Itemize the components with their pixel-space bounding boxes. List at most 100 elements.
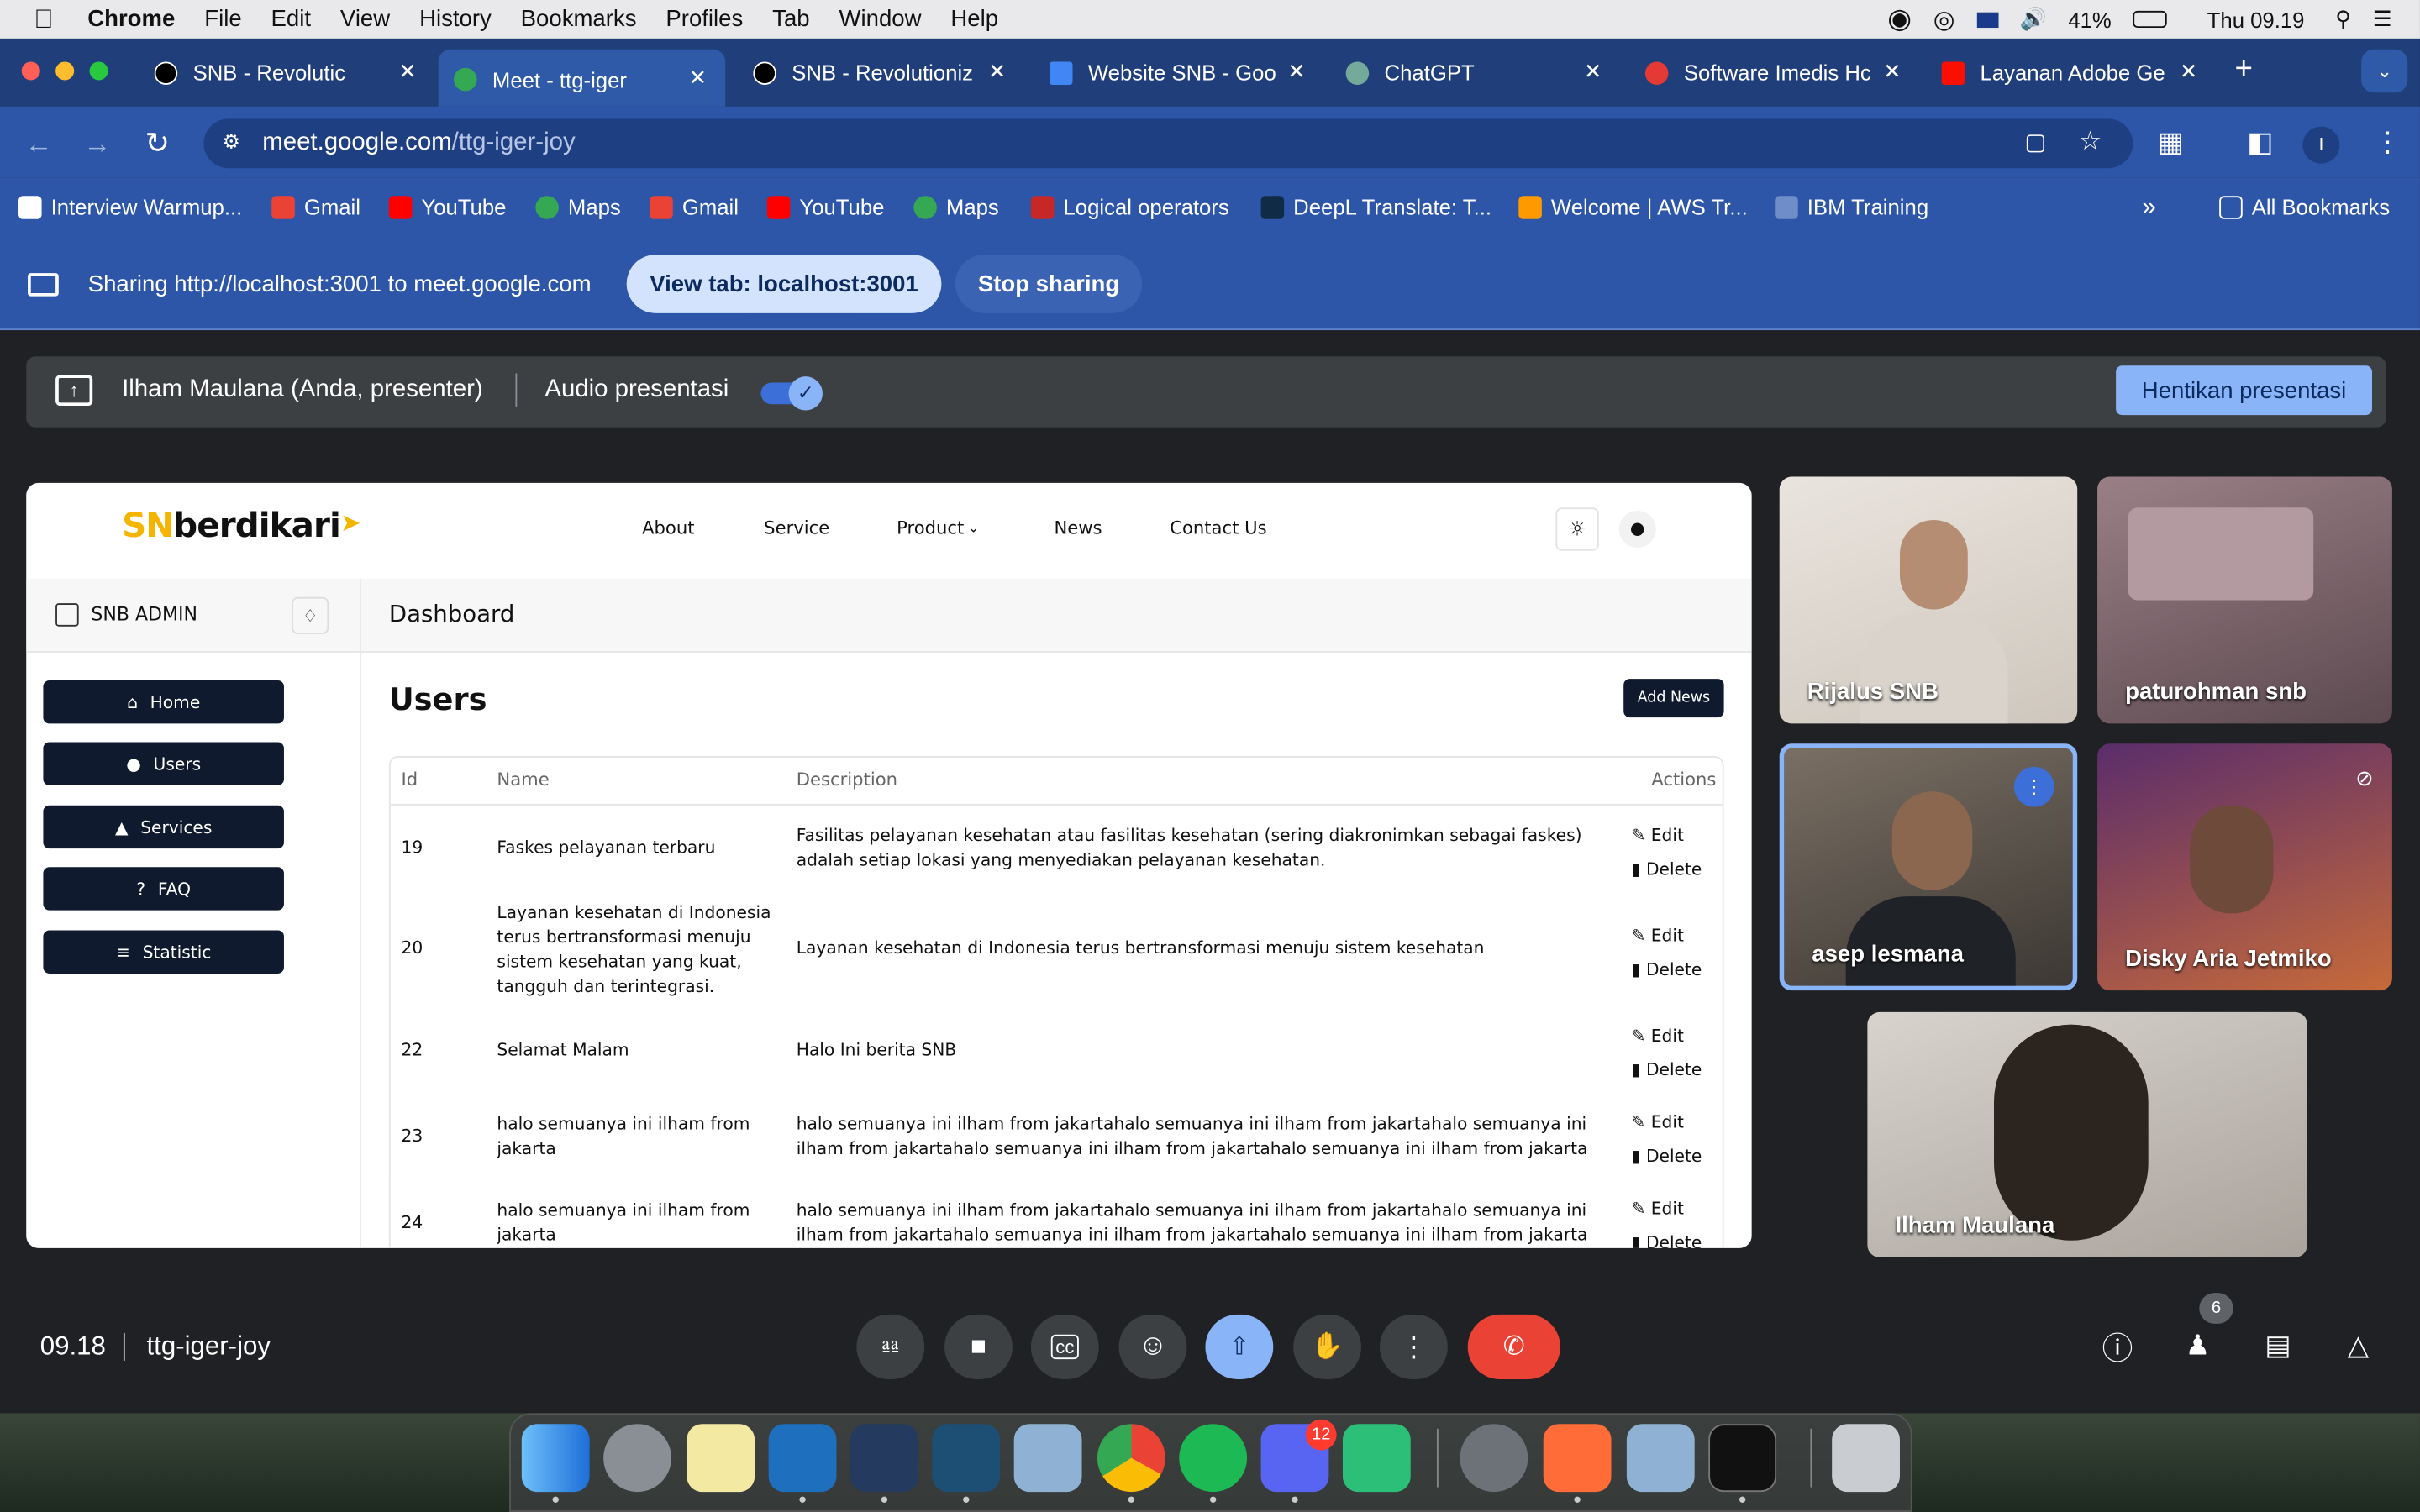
tab-close-icon[interactable]: ✕ (398, 59, 417, 85)
microphone-button[interactable]: ⎂ (856, 1314, 925, 1380)
menu-app-name[interactable]: Chrome (87, 6, 175, 32)
participant-tile-speaking[interactable]: ⋮ asep lesmana (1779, 743, 2078, 991)
sidebar-item-home[interactable]: ⌂ Home (43, 680, 284, 724)
app-icon[interactable] (1342, 1424, 1411, 1493)
check-icon[interactable]: ✓ (788, 376, 823, 411)
view-tab-button[interactable]: View tab: localhost:3001 (626, 255, 942, 313)
participant-tile-self[interactable]: Ilham Maulana (1867, 1011, 2307, 1257)
system-settings-icon[interactable] (1460, 1424, 1528, 1493)
more-options-button[interactable]: ⋮ (1380, 1314, 1448, 1380)
chat-icon[interactable]: ▤ (2256, 1324, 2299, 1367)
bookmark-interview-warmup[interactable]: Interview Warmup... (18, 194, 242, 219)
bookmark-maps-2[interactable]: Maps (913, 194, 999, 219)
sidebar-item-statistic[interactable]: ≡ Statistic (43, 930, 284, 974)
camera-button[interactable]: ■ (944, 1314, 1013, 1380)
delete-button[interactable]: ▮ Delete (1631, 1147, 1702, 1167)
search-icon[interactable]: ⚲ (2335, 6, 2351, 32)
menu-help[interactable]: Help (950, 6, 998, 32)
nav-about[interactable]: About (642, 517, 694, 538)
site-info-icon[interactable]: ⚙ (222, 129, 239, 154)
chevron-down-icon[interactable]: ⌄ (968, 522, 980, 537)
menu-tab[interactable]: Tab (772, 6, 809, 32)
tab-search-button[interactable]: ⌄ (2361, 49, 2408, 93)
sidebar-item-faq[interactable]: ? FAQ (43, 867, 284, 911)
people-icon[interactable]: ♟ (2176, 1324, 2219, 1367)
tab-meet[interactable]: Meet - ttg-iger ✕ (438, 49, 726, 107)
nav-product[interactable]: Product (897, 517, 964, 538)
new-tab-button[interactable]: + (2235, 52, 2253, 87)
tab-close-icon[interactable]: ✕ (1287, 59, 1306, 85)
telegram-style-icon[interactable] (850, 1424, 918, 1493)
launchpad-icon[interactable] (603, 1424, 671, 1493)
tab-snb-2[interactable]: SNB - Revolutioniz ✕ (753, 52, 1007, 92)
theme-toggle-sun-icon[interactable]: ☼ (1555, 507, 1599, 551)
vscode-icon[interactable] (768, 1424, 837, 1493)
edit-button[interactable]: ✎ Edit (1631, 926, 1684, 946)
tab-imedis[interactable]: Software Imedis Hc ✕ (1644, 52, 1902, 92)
edit-button[interactable]: ✎ Edit (1631, 826, 1684, 846)
delete-button[interactable]: ▮ Delete (1631, 859, 1702, 879)
postgres-icon[interactable] (1013, 1424, 1082, 1493)
nav-news[interactable]: News (1054, 517, 1102, 538)
grammar-icon[interactable]: ◎ (1933, 4, 1955, 35)
bookmark-gmail[interactable]: Gmail (271, 194, 360, 219)
user-icon[interactable]: ● (1618, 510, 1656, 549)
zoom-window-button[interactable] (89, 61, 108, 81)
sidebar-item-users[interactable]: ● Users (43, 742, 284, 785)
stop-presenting-button[interactable]: Hentikan presentasi (2116, 365, 2373, 416)
bookmark-youtube-2[interactable]: YouTube (766, 194, 884, 219)
volume-icon[interactable]: 🔊 (2020, 6, 2047, 32)
address-bar[interactable]: ⚙ meet.google.com/ttg-iger-joy ▢ ☆ (203, 118, 2133, 169)
sidebar-toggle-checkbox[interactable] (55, 603, 79, 627)
chrome-menu-icon[interactable]: ⋮ (2374, 127, 2402, 160)
chrome-icon[interactable] (1097, 1424, 1165, 1493)
nav-contact[interactable]: Contact Us (1170, 517, 1266, 538)
participant-tile[interactable]: ⊘ Disky Aria Jetmiko (2097, 743, 2392, 991)
menu-history[interactable]: History (419, 6, 492, 32)
profile-avatar[interactable]: I (2302, 126, 2340, 164)
terminal-icon[interactable] (1708, 1424, 1777, 1493)
tab-adobe[interactable]: Layanan Adobe Ge ✕ (1941, 52, 2197, 92)
present-button[interactable]: ⇧ (1205, 1314, 1274, 1380)
add-news-button[interactable]: Add News (1623, 679, 1724, 718)
spotify-icon[interactable] (1179, 1424, 1248, 1493)
site-logo[interactable]: SNberdikari➤ (122, 507, 360, 546)
menu-view[interactable]: View (340, 6, 390, 32)
captions-button[interactable]: cc (1030, 1314, 1099, 1380)
bookmark-aws[interactable]: Welcome | AWS Tr... (1518, 194, 1748, 219)
bookmarks-overflow-icon[interactable]: » (2142, 194, 2155, 222)
delete-button[interactable]: ▮ Delete (1631, 1060, 1702, 1080)
sidebar-item-services[interactable]: ▲ Services (43, 805, 284, 849)
tab-close-icon[interactable]: ✕ (1584, 59, 1602, 85)
reload-button[interactable]: ↻ (145, 127, 170, 162)
bell-icon[interactable]: ♢ (292, 596, 329, 634)
reactions-button[interactable]: ☺ (1118, 1314, 1187, 1380)
activities-icon[interactable]: △ (2337, 1324, 2380, 1367)
trash-icon[interactable] (1832, 1424, 1900, 1493)
back-button[interactable]: ← (24, 128, 52, 160)
postgres-icon[interactable] (1626, 1424, 1695, 1493)
clock[interactable]: Thu 09.19 (2207, 7, 2305, 31)
edit-button[interactable]: ✎ Edit (1631, 1026, 1684, 1046)
all-bookmarks[interactable]: All Bookmarks (2219, 194, 2390, 219)
bookmark-youtube[interactable]: YouTube (388, 194, 506, 219)
forward-button[interactable]: → (83, 128, 111, 160)
bookmark-maps[interactable]: Maps (535, 194, 621, 219)
camera-in-use-icon[interactable]: ▢ (2024, 128, 2046, 155)
bookmark-star-icon[interactable]: ☆ (2079, 127, 2102, 158)
battery-icon[interactable] (2133, 10, 2167, 29)
edit-button[interactable]: ✎ Edit (1631, 1199, 1684, 1219)
tab-close-icon[interactable]: ✕ (988, 59, 1007, 85)
tab-snb-1[interactable]: SNB - Revolutic ✕ (154, 52, 417, 92)
tab-close-icon[interactable]: ✕ (689, 65, 708, 91)
menu-bookmarks[interactable]: Bookmarks (521, 6, 637, 32)
delete-button[interactable]: ▮ Delete (1631, 959, 1702, 979)
participant-tile[interactable]: Rijalus SNB (1779, 476, 2078, 724)
menu-edit[interactable]: Edit (271, 6, 311, 32)
menu-profiles[interactable]: Profiles (666, 6, 743, 32)
minimize-window-button[interactable] (55, 61, 75, 81)
raise-hand-button[interactable]: ✋ (1293, 1314, 1361, 1380)
meeting-info-icon[interactable]: ⓘ (2096, 1324, 2139, 1367)
bookmark-logical-operators[interactable]: Logical operators (1030, 194, 1229, 219)
menu-window[interactable]: Window (839, 6, 922, 32)
